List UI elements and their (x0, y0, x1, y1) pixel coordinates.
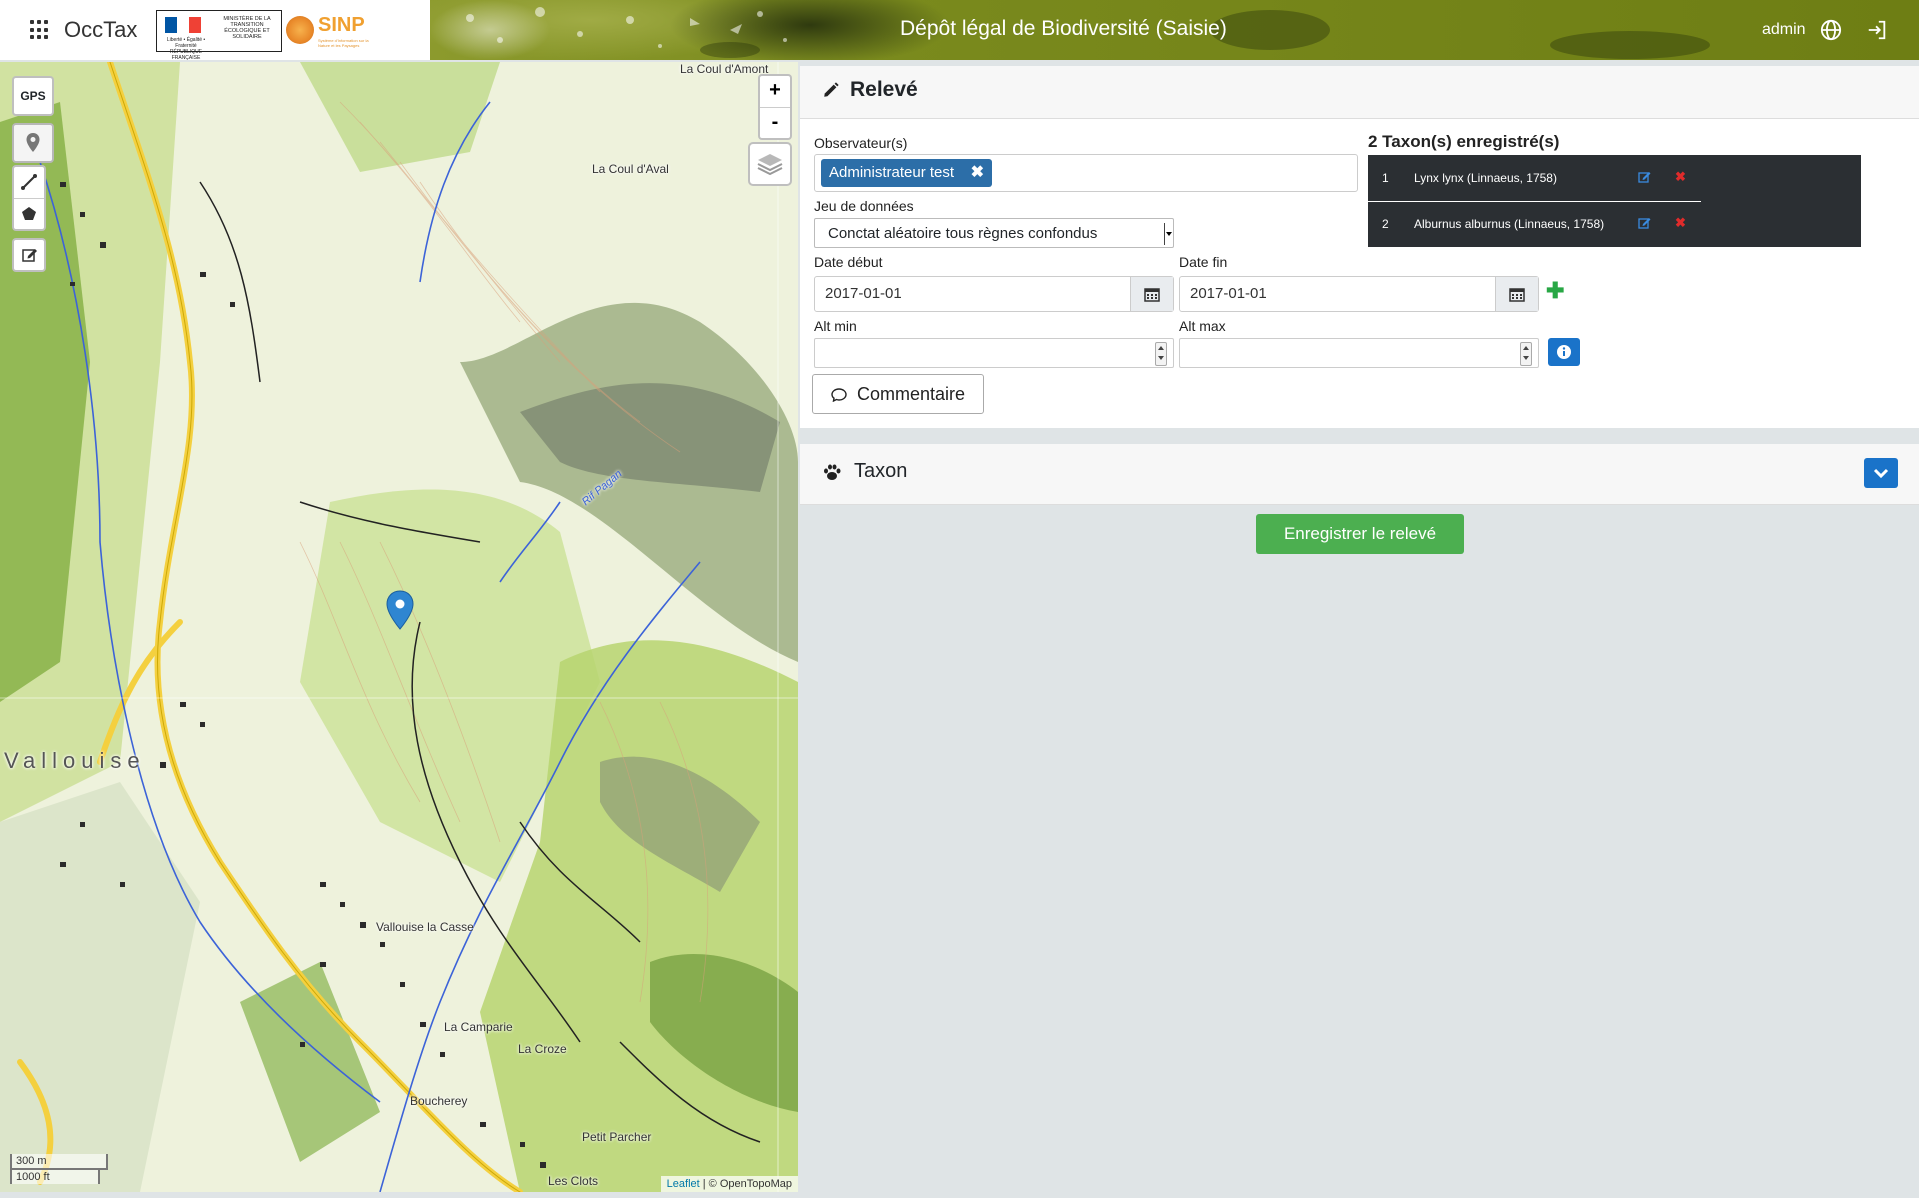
edit-taxon-icon[interactable] (1638, 170, 1652, 184)
taxon-row-name: Lynx lynx (Linnaeus, 1758) (1414, 171, 1557, 185)
app-name[interactable]: OccTax (64, 17, 137, 43)
pencil-icon (824, 82, 839, 97)
remove-observer-icon[interactable]: ✖ (971, 159, 984, 187)
alt-min-input[interactable] (814, 338, 1174, 368)
locate-button[interactable] (12, 123, 54, 163)
taxon-row: 1 Lynx lynx (Linnaeus, 1758) ✖ (1368, 155, 1701, 202)
logout-icon[interactable] (1866, 19, 1888, 41)
zoom-in-button[interactable]: + (760, 76, 790, 108)
gps-button[interactable]: GPS (12, 76, 54, 116)
draw-polygon-button[interactable] (14, 199, 44, 230)
map-label-vallouise-la-casse: Vallouise la Casse (376, 920, 474, 934)
dataset-selected-value: Conctat aléatoire tous règnes confondus (828, 225, 1098, 242)
comment-button[interactable]: Commentaire (812, 374, 984, 414)
observer-tag: Administrateur test ✖ (821, 159, 993, 187)
info-icon (1557, 345, 1571, 359)
delete-taxon-icon[interactable]: ✖ (1675, 215, 1686, 231)
taxa-list: 1 Lynx lynx (Linnaeus, 1758) ✖ 2 Alburnu… (1368, 155, 1861, 247)
alt-min-label: Alt min (814, 318, 857, 334)
map-label-petit-parcher: Petit Parcher (582, 1130, 652, 1144)
polygon-icon (22, 207, 36, 220)
user-name[interactable]: admin (1762, 21, 1806, 39)
attribution-text: | © OpenTopoMap (702, 1178, 792, 1190)
altitude-info-button[interactable] (1548, 338, 1580, 366)
map-attribution: Leaflet | © OpenTopoMap (660, 1176, 798, 1192)
taxon-row-number: 1 (1382, 171, 1389, 185)
map-label-la-coul-amont: La Coul d'Amont (680, 62, 769, 76)
taxon-row-name: Alburnus alburnus (Linnaeus, 1758) (1414, 217, 1605, 231)
leaflet-link[interactable]: Leaflet (667, 1178, 700, 1190)
map-pin-icon (26, 133, 40, 152)
add-date-plus-icon[interactable]: ✚ (1546, 278, 1564, 304)
observers-input[interactable]: Administrateur test ✖ (814, 154, 1358, 192)
paw-icon (824, 464, 841, 480)
dropdown-caret-icon (1164, 223, 1172, 245)
comment-button-label: Commentaire (857, 384, 966, 404)
apps-grid-icon[interactable] (30, 20, 50, 40)
observers-label: Observateur(s) (814, 135, 908, 151)
page-title: Dépôt légal de Biodiversité (Saisie) (900, 17, 1227, 40)
edit-taxon-icon[interactable] (1638, 216, 1652, 230)
zoom-control: + - (758, 74, 792, 140)
ministry-logo: Liberté • Égalité • Fraternité RÉPUBLIQU… (156, 10, 282, 61)
map-label-vallouise: Vallouise (4, 748, 146, 773)
taxon-row: 2 Alburnus alburnus (Linnaeus, 1758) ✖ (1368, 201, 1701, 247)
sinp-logo-subtext: Système d'Information sur la Nature et l… (318, 38, 369, 48)
map-label-la-croze: La Croze (518, 1042, 567, 1056)
zoom-out-button[interactable]: - (760, 108, 790, 139)
date-end-label: Date fin (1179, 254, 1228, 270)
date-end-value: 2017-01-01 (1190, 285, 1267, 302)
delete-taxon-icon[interactable]: ✖ (1675, 169, 1686, 185)
date-start-calendar-button[interactable] (1130, 277, 1173, 311)
taxon-card-header[interactable]: Taxon (800, 444, 1919, 505)
republic-text: Liberté • Égalité • Fraternité RÉPUBLIQU… (166, 37, 206, 61)
observer-tag-label: Administrateur test (829, 164, 955, 181)
map-label-la-camparie: La Camparie (444, 1020, 513, 1034)
dataset-select[interactable]: Conctat aléatoire tous règnes confondus (814, 218, 1174, 248)
ministry-text: MINISTÈRE DE LA TRANSITION ÉCOLOGIQUE ET… (223, 16, 271, 40)
header-brand-area: OccTax Liberté • Égalité • Fraternité RÉ… (0, 0, 430, 61)
alt-max-input[interactable] (1179, 338, 1539, 368)
polyline-icon (21, 174, 37, 190)
sinp-logo-text: SINP (318, 14, 365, 36)
alt-max-spinner[interactable] (1520, 342, 1532, 366)
edit-layers-button[interactable] (12, 238, 46, 272)
marianne-flag-icon (165, 17, 201, 33)
scale-imperial: 1000 ft (10, 1168, 100, 1184)
location-marker-icon[interactable] (386, 590, 414, 630)
save-releve-button[interactable]: Enregistrer le relevé (1256, 514, 1464, 554)
globe-icon[interactable] (1820, 19, 1842, 41)
map-view[interactable]: La Coul d'Amont La Coul d'Aval Vallouise… (0, 62, 798, 1192)
map-label-les-clots: Les Clots (548, 1174, 599, 1188)
date-end-input[interactable]: 2017-01-01 (1179, 276, 1539, 312)
date-start-input[interactable]: 2017-01-01 (814, 276, 1174, 312)
taxon-row-number: 2 (1382, 217, 1389, 231)
taxon-collapse-button[interactable] (1864, 458, 1898, 488)
sinp-logo: SINP Système d'Information sur la Nature… (282, 10, 374, 50)
alt-min-spinner[interactable] (1155, 342, 1167, 366)
alt-max-label: Alt max (1179, 318, 1226, 334)
comment-icon (831, 388, 847, 402)
taxon-title: Taxon (854, 460, 908, 482)
top-navbar: OccTax Liberté • Égalité • Fraternité RÉ… (0, 0, 1919, 61)
draw-line-button[interactable] (14, 167, 44, 199)
releve-title: Relevé (850, 78, 918, 101)
map-label-la-coul-aval: La Coul d'Aval (592, 162, 669, 176)
date-start-label: Date début (814, 254, 883, 270)
sinp-emblem-icon (286, 16, 314, 44)
dataset-label: Jeu de données (814, 198, 914, 214)
map-label-boucherey: Boucherey (410, 1094, 468, 1108)
releve-card-header: Relevé (800, 66, 1919, 119)
layers-icon (757, 154, 783, 176)
map-scale: 300 m 1000 ft (10, 1154, 108, 1184)
date-end-calendar-button[interactable] (1495, 277, 1538, 311)
calendar-icon (1509, 288, 1525, 302)
taxa-count-title: 2 Taxon(s) enregistré(s) (1368, 132, 1560, 151)
edit-icon (22, 249, 37, 262)
layers-button[interactable] (748, 142, 792, 186)
chevron-down-icon (1873, 468, 1889, 479)
date-start-value: 2017-01-01 (825, 285, 902, 302)
draw-toolbar (12, 165, 46, 231)
calendar-icon (1144, 288, 1160, 302)
